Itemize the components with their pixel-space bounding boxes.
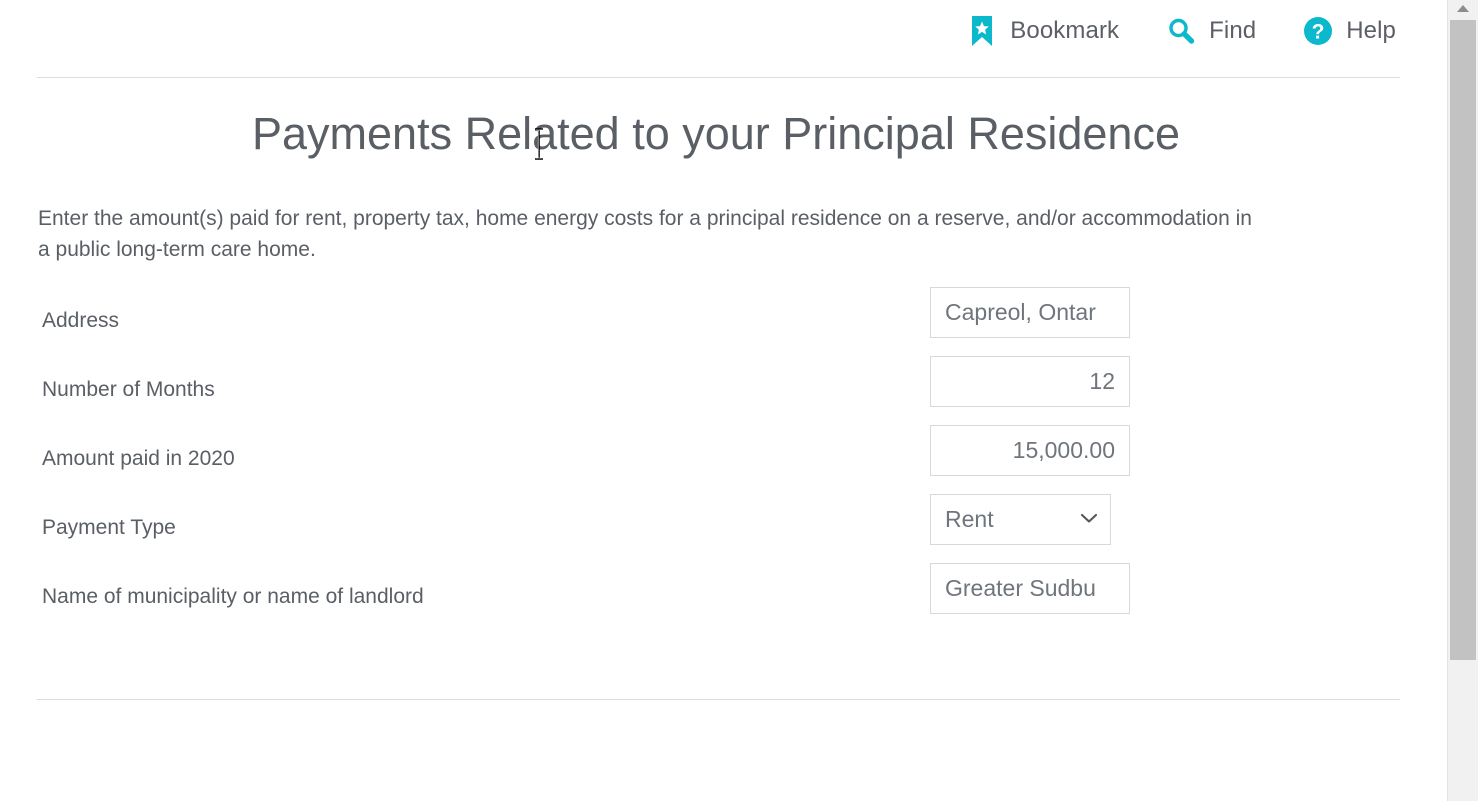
vertical-scrollbar[interactable]	[1447, 0, 1478, 801]
find-label: Find	[1209, 17, 1257, 44]
bookmark-button[interactable]: Bookmark	[966, 14, 1119, 48]
intro-paragraph: Enter the amount(s) paid for rent, prope…	[38, 207, 1252, 261]
utility-toolbar: Bookmark Find ? Help	[0, 0, 1448, 77]
form-row-payment-type: Payment Type Rent	[0, 491, 1448, 560]
help-label: Help	[1346, 17, 1396, 44]
header-divider	[37, 77, 1400, 78]
number-of-months-input[interactable]	[930, 356, 1130, 407]
number-of-months-label: Number of Months	[42, 378, 215, 401]
amount-paid-input[interactable]	[930, 425, 1130, 476]
help-circle-icon: ?	[1302, 14, 1334, 48]
address-label: Address	[42, 309, 120, 332]
amount-paid-label: Amount paid in 2020	[42, 447, 235, 470]
payment-type-field-wrap: Rent	[930, 494, 1111, 545]
form-row-address: Address	[0, 284, 1448, 353]
municipality-label: Name of municipality or name of landlord	[42, 585, 424, 608]
municipality-input[interactable]	[930, 563, 1130, 614]
scrollbar-thumb[interactable]	[1450, 20, 1476, 660]
page-title: Payments Related to your Principal Resid…	[252, 108, 1180, 159]
payment-type-value: Rent	[945, 506, 994, 532]
payment-type-select[interactable]: Rent	[930, 494, 1111, 545]
footer-bar: Back Additional home Continue	[0, 699, 1448, 801]
page-content: Bookmark Find ? Help Payments Related to…	[0, 0, 1448, 801]
bookmark-label: Bookmark	[1010, 17, 1120, 44]
utility-actions: Bookmark Find ? Help	[966, 14, 1396, 48]
amount-paid-field-wrap	[930, 425, 1130, 476]
payments-form: Address Number of Months Amount paid in …	[0, 284, 1448, 629]
help-button[interactable]: ? Help	[1302, 14, 1396, 48]
triangle-up-icon	[1456, 0, 1470, 18]
municipality-field-wrap	[930, 563, 1130, 614]
svg-text:?: ?	[1312, 21, 1325, 44]
form-row-municipality: Name of municipality or name of landlord	[0, 560, 1448, 629]
search-icon	[1165, 14, 1197, 48]
form-row-amount: Amount paid in 2020	[0, 422, 1448, 491]
payment-type-label: Payment Type	[42, 516, 176, 539]
bookmark-icon	[966, 14, 998, 48]
address-field-wrap	[930, 287, 1130, 338]
form-row-months: Number of Months	[0, 353, 1448, 422]
number-of-months-field-wrap	[930, 356, 1130, 407]
scroll-up-arrow-button[interactable]	[1448, 0, 1478, 18]
address-input[interactable]	[930, 287, 1130, 338]
find-button[interactable]: Find	[1165, 14, 1256, 48]
